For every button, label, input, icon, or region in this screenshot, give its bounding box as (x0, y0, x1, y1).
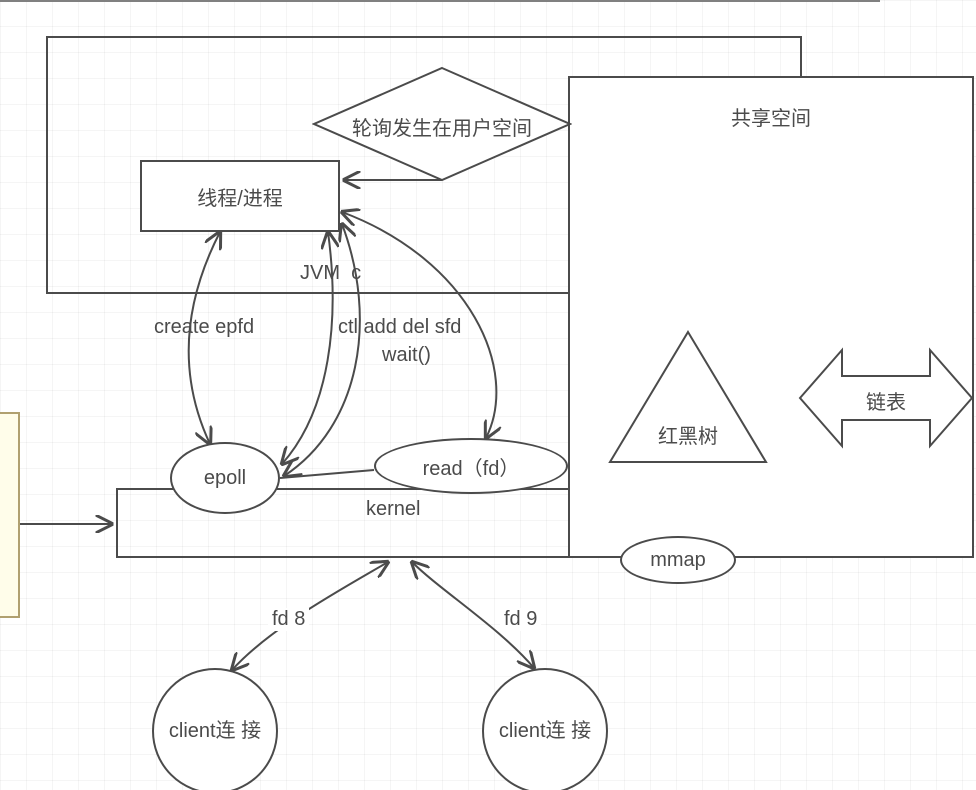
thread-process-box: 线程/进程 (140, 160, 340, 232)
shared-space-title: 共享空间 (570, 102, 972, 131)
mmap-node: mmap (620, 536, 736, 584)
edge-label-fd8: fd 8 (268, 608, 309, 631)
thread-process-label: 线程/进程 (197, 182, 283, 211)
client-connection-2: client连 接 (482, 668, 608, 790)
epoll-node-label: epoll (204, 467, 246, 490)
rb-tree-shape: 红黑树 (608, 330, 768, 464)
edge-epoll-readfd (280, 470, 374, 478)
shared-space-box: 共享空间 (568, 76, 974, 558)
edge-label-fd9: fd 9 (500, 608, 541, 631)
client-connection-1: client连 接 (152, 668, 278, 790)
offscreen-top-line (0, 0, 880, 2)
linked-list-shape: 链表 (798, 346, 974, 450)
offscreen-left-box (0, 412, 20, 618)
polling-diamond-label: 轮询发生在用户空间 (312, 112, 572, 141)
jvm-box-label: JVM c (300, 262, 361, 285)
linked-list-label: 链表 (798, 386, 974, 415)
read-fd-node-label: read（fd） (423, 452, 520, 481)
client-connection-1-label: client连 接 (169, 719, 261, 743)
client-connection-2-label: client连 接 (499, 719, 591, 743)
kernel-box-label: kernel (366, 498, 420, 521)
edge-label-ctl-add: ctl add del sfd (338, 316, 461, 339)
epoll-node: epoll (170, 442, 280, 514)
diagram-canvas: JVM c kernel 共享空间 红黑树 链表 线程/进程 轮询发生在用户空间… (0, 0, 976, 790)
read-fd-node: read（fd） (374, 438, 568, 494)
edge-fd8 (232, 562, 388, 670)
rb-tree-label: 红黑树 (608, 420, 768, 449)
polling-diamond: 轮询发生在用户空间 (312, 66, 572, 182)
edge-label-wait: wait() (382, 344, 431, 367)
edge-label-create-epfd: create epfd (154, 316, 254, 339)
mmap-node-label: mmap (650, 549, 706, 572)
